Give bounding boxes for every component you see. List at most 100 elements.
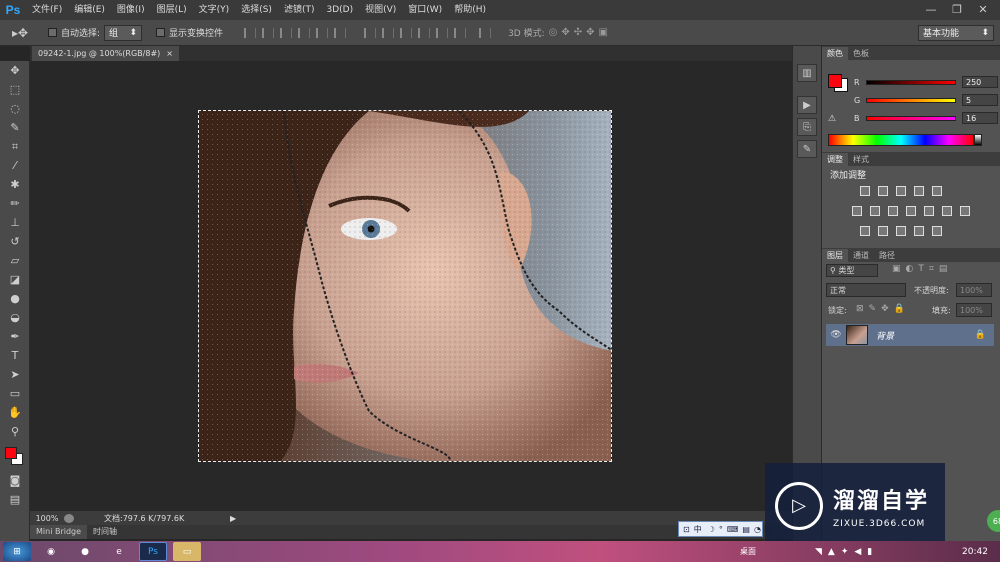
layer-row-background[interactable]: 👁 背景 🔒 bbox=[826, 324, 994, 346]
crop-tool-icon[interactable]: ⌗ bbox=[0, 137, 30, 156]
dodge-tool-icon[interactable]: ◒ bbox=[0, 308, 30, 327]
stamp-tool-icon[interactable]: ⊥ bbox=[0, 213, 30, 232]
align-vcenter-icon[interactable] bbox=[262, 27, 275, 38]
minimize-button[interactable]: — bbox=[918, 0, 944, 18]
eye-icon[interactable]: 👁 bbox=[826, 330, 846, 340]
blue-slider[interactable]: B 16 bbox=[854, 112, 998, 124]
align-bottom-icon[interactable] bbox=[280, 27, 293, 38]
distribute-hcenter-icon[interactable] bbox=[436, 27, 449, 38]
auto-align-icon[interactable] bbox=[479, 27, 492, 38]
quick-mask-icon[interactable]: ◙ bbox=[0, 471, 30, 490]
lock-icons[interactable]: ⊠✎✥🔒 bbox=[856, 304, 910, 314]
menu-select[interactable]: 选择(S) bbox=[235, 0, 278, 20]
document-image[interactable] bbox=[198, 110, 612, 462]
tab-layers[interactable]: 图层 bbox=[822, 249, 848, 262]
align-hcenter-icon[interactable] bbox=[316, 27, 329, 38]
actions-panel-icon[interactable]: ▶ bbox=[797, 96, 817, 114]
blue-value[interactable]: 16 bbox=[962, 112, 998, 124]
start-button[interactable]: ⊞ bbox=[3, 542, 31, 561]
menu-help[interactable]: 帮助(H) bbox=[448, 0, 492, 20]
tab-color[interactable]: 颜色 bbox=[822, 47, 848, 60]
menu-file[interactable]: 文件(F) bbox=[26, 0, 68, 20]
blue-track[interactable] bbox=[866, 115, 956, 121]
workspace-dropdown[interactable]: 基本功能 ⬍ bbox=[918, 24, 994, 41]
distribute-right-icon[interactable] bbox=[454, 27, 467, 38]
spot-heal-tool-icon[interactable]: ✱ bbox=[0, 175, 30, 194]
distribute-top-icon[interactable] bbox=[364, 27, 377, 38]
exposure-icon[interactable] bbox=[914, 186, 924, 196]
history-brush-tool-icon[interactable]: ↺ bbox=[0, 232, 30, 251]
screen-mode-icon[interactable]: ▤ bbox=[0, 490, 30, 509]
tab-channels[interactable]: 通道 bbox=[848, 249, 874, 262]
tab-timeline[interactable]: 时间轴 bbox=[87, 525, 123, 539]
tab-mini-bridge[interactable]: Mini Bridge bbox=[30, 525, 88, 539]
blend-mode-dropdown[interactable]: 正常 bbox=[826, 283, 906, 297]
opacity-input[interactable]: 100% bbox=[956, 283, 992, 297]
layer-filter-icons[interactable]: ▣◐T⌗▤ bbox=[892, 264, 952, 274]
move-tool-preset-icon[interactable]: ▸✥ bbox=[0, 26, 40, 40]
lasso-tool-icon[interactable]: ◌ bbox=[0, 99, 30, 118]
color-spectrum-bar[interactable] bbox=[828, 134, 974, 146]
auto-select-checkbox[interactable] bbox=[48, 28, 57, 37]
align-top-icon[interactable] bbox=[244, 27, 257, 38]
menu-type[interactable]: 文字(Y) bbox=[193, 0, 236, 20]
menu-view[interactable]: 视图(V) bbox=[359, 0, 402, 20]
eraser-tool-icon[interactable]: ▱ bbox=[0, 251, 30, 270]
ime-language[interactable]: 中 bbox=[694, 524, 702, 535]
balance-icon[interactable] bbox=[870, 206, 880, 216]
menu-window[interactable]: 窗口(W) bbox=[402, 0, 448, 20]
invert-icon[interactable] bbox=[860, 226, 870, 236]
zoom-level[interactable]: 100% bbox=[30, 514, 64, 523]
folder-icon[interactable]: ▭ bbox=[173, 542, 201, 561]
menu-edit[interactable]: 编辑(E) bbox=[68, 0, 111, 20]
tab-adjustments[interactable]: 调整 bbox=[822, 153, 848, 166]
layer-name[interactable]: 背景 bbox=[876, 329, 894, 342]
brush-panel-icon[interactable]: ✎ bbox=[797, 140, 817, 158]
layer-filter-dropdown[interactable]: ⚲ 类型 bbox=[826, 264, 878, 277]
quick-select-tool-icon[interactable]: ✎ bbox=[0, 118, 30, 137]
fill-input[interactable]: 100% bbox=[956, 303, 992, 317]
photo-filter-icon[interactable] bbox=[924, 206, 934, 216]
threshold-icon[interactable] bbox=[896, 226, 906, 236]
history-panel-icon[interactable]: ▥ bbox=[797, 64, 817, 82]
brush-tool-icon[interactable]: ✏ bbox=[0, 194, 30, 213]
distribute-bottom-icon[interactable] bbox=[400, 27, 413, 38]
menu-image[interactable]: 图像(I) bbox=[111, 0, 151, 20]
gradient-tool-icon[interactable]: ◪ bbox=[0, 270, 30, 289]
distribute-vcenter-icon[interactable] bbox=[382, 27, 395, 38]
play-arrow-icon[interactable]: ▶ bbox=[230, 514, 236, 523]
green-slider[interactable]: G 5 bbox=[854, 94, 998, 106]
posterize-icon[interactable] bbox=[878, 226, 888, 236]
align-right-icon[interactable] bbox=[334, 27, 347, 38]
blur-tool-icon[interactable]: ● bbox=[0, 289, 30, 308]
ime-bar[interactable]: ⊡ 中 ☽°⌨▤◔⚙ bbox=[678, 521, 772, 537]
desktop-label[interactable]: 桌面 bbox=[740, 546, 756, 557]
bw-icon[interactable] bbox=[906, 206, 916, 216]
gradient-triangle-icon[interactable] bbox=[932, 186, 942, 196]
menu-layer[interactable]: 图层(L) bbox=[151, 0, 193, 20]
tray-icons[interactable]: ◥▲✦◀▮ bbox=[815, 547, 878, 557]
move-tool-icon[interactable]: ✥ bbox=[0, 61, 30, 80]
levels-icon[interactable] bbox=[878, 186, 888, 196]
document-tab[interactable]: 09242-1.jpg @ 100%(RGB/8#) × bbox=[32, 46, 179, 61]
red-value[interactable]: 250 bbox=[962, 76, 998, 88]
tab-swatches[interactable]: 色板 bbox=[848, 47, 874, 60]
brightness-icon[interactable] bbox=[860, 186, 870, 196]
red-slider[interactable]: R 250 bbox=[854, 76, 998, 88]
green-value[interactable]: 5 bbox=[962, 94, 998, 106]
selective-color-icon[interactable] bbox=[914, 226, 924, 236]
pen-tool-icon[interactable]: ✒ bbox=[0, 327, 30, 346]
path-select-tool-icon[interactable]: ➤ bbox=[0, 365, 30, 384]
eyedropper-tool-icon[interactable]: ⁄ bbox=[0, 156, 30, 175]
shape-tool-icon[interactable]: ▭ bbox=[0, 384, 30, 403]
curves-icon[interactable] bbox=[896, 186, 906, 196]
channel-mixer-icon[interactable] bbox=[942, 206, 952, 216]
properties-panel-icon[interactable]: ⎘ bbox=[797, 118, 817, 136]
vibrance-icon[interactable] bbox=[852, 206, 862, 216]
close-icon[interactable]: × bbox=[166, 49, 173, 58]
hand-tool-icon[interactable]: ✋ bbox=[0, 403, 30, 422]
foreground-color-swatch[interactable] bbox=[5, 447, 17, 459]
close-button[interactable]: ✕ bbox=[970, 0, 996, 18]
auto-select-dropdown[interactable]: 组 ⬍ bbox=[104, 24, 143, 41]
bw-ramp[interactable] bbox=[974, 134, 982, 146]
